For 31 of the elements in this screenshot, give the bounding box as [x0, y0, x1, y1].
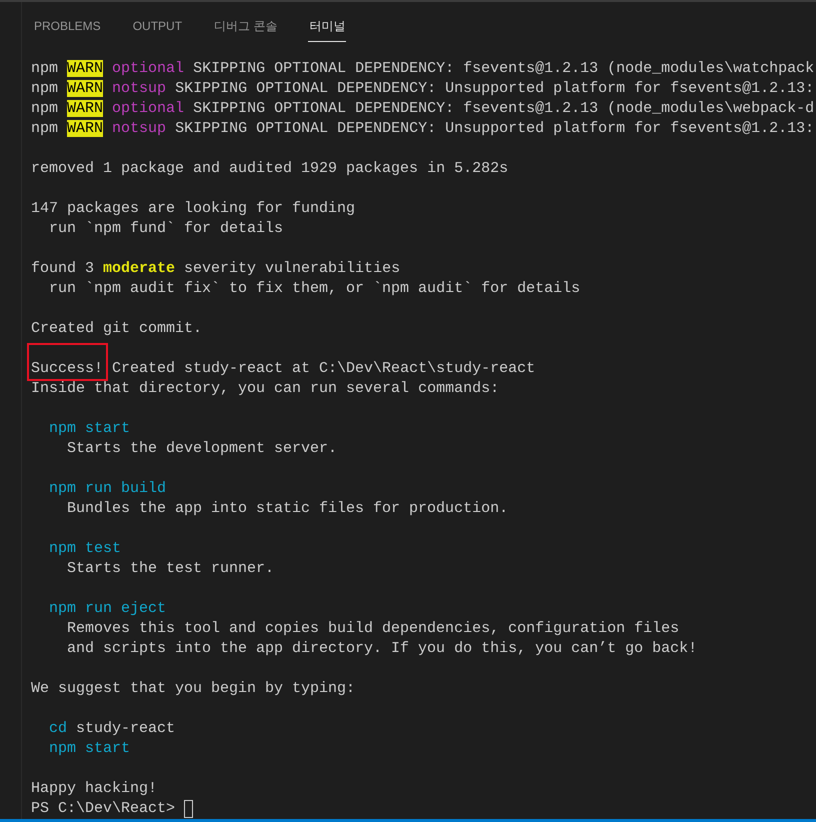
command-line: npm start — [49, 419, 130, 439]
terminal-line: Happy hacking! — [31, 779, 158, 799]
warning-line: npm WARN notsup SKIPPING OPTIONAL DEPENDENCY: Unsupported platform for fsevents@1.2.13: — [31, 119, 814, 139]
command-description: and scripts into the app directory. If you do this, you can’t go back! — [67, 639, 698, 659]
command-line: npm run build — [49, 479, 166, 499]
command-line: npm start — [49, 739, 130, 759]
warning-line: npm WARN notsup SKIPPING OPTIONAL DEPENDENCY: Unsupported platform for fsevents@1.2.13: — [31, 79, 814, 99]
terminal-line: run `npm audit fix` to fix them, or `npm audit` for details — [49, 279, 580, 299]
panel-tab[interactable]: PROBLEMS — [33, 8, 102, 42]
command-line: npm run eject — [49, 599, 166, 619]
terminal-line: Created git commit. — [31, 319, 202, 339]
command-line: npm test — [49, 539, 122, 559]
terminal-line: We suggest that you begin by typing: — [31, 679, 356, 699]
panel-tab[interactable]: OUTPUT — [132, 8, 184, 42]
terminal-prompt: PS C:\Dev\React> — [31, 799, 176, 819]
command-description: Bundles the app into static files for production. — [67, 499, 508, 519]
terminal-line: Inside that directory, you can run several commands: — [31, 379, 500, 399]
terminal-line: run `npm fund` for details — [49, 219, 284, 239]
command-line: cd study-react — [49, 719, 176, 739]
terminal-line: 147 packages are looking for funding — [31, 199, 356, 219]
terminal-line: Created study-react at C:\Dev\React\study-react — [112, 359, 536, 379]
command-description: Starts the development server. — [67, 439, 338, 459]
warning-line: npm WARN optional SKIPPING OPTIONAL DEPENDENCY: fsevents@1.2.13 (node_modules\webpack-d — [31, 99, 814, 119]
command-description: Starts the test runner. — [67, 559, 274, 579]
panel-tab[interactable]: 터미널 — [308, 8, 346, 42]
panel-tab[interactable]: 디버그 콘솔 — [213, 8, 278, 42]
warning-line: npm WARN optional SKIPPING OPTIONAL DEPENDENCY: fsevents@1.2.13 (node_modules\watchpack — [31, 59, 814, 79]
terminal-line: found 3 moderate severity vulnerabilities — [31, 259, 400, 279]
terminal-line: removed 1 package and audited 1929 packages in 5.282s — [31, 159, 508, 179]
success-label: Success! — [27, 343, 108, 381]
command-description: Removes this tool and copies build dependencies, configuration files — [67, 619, 680, 639]
